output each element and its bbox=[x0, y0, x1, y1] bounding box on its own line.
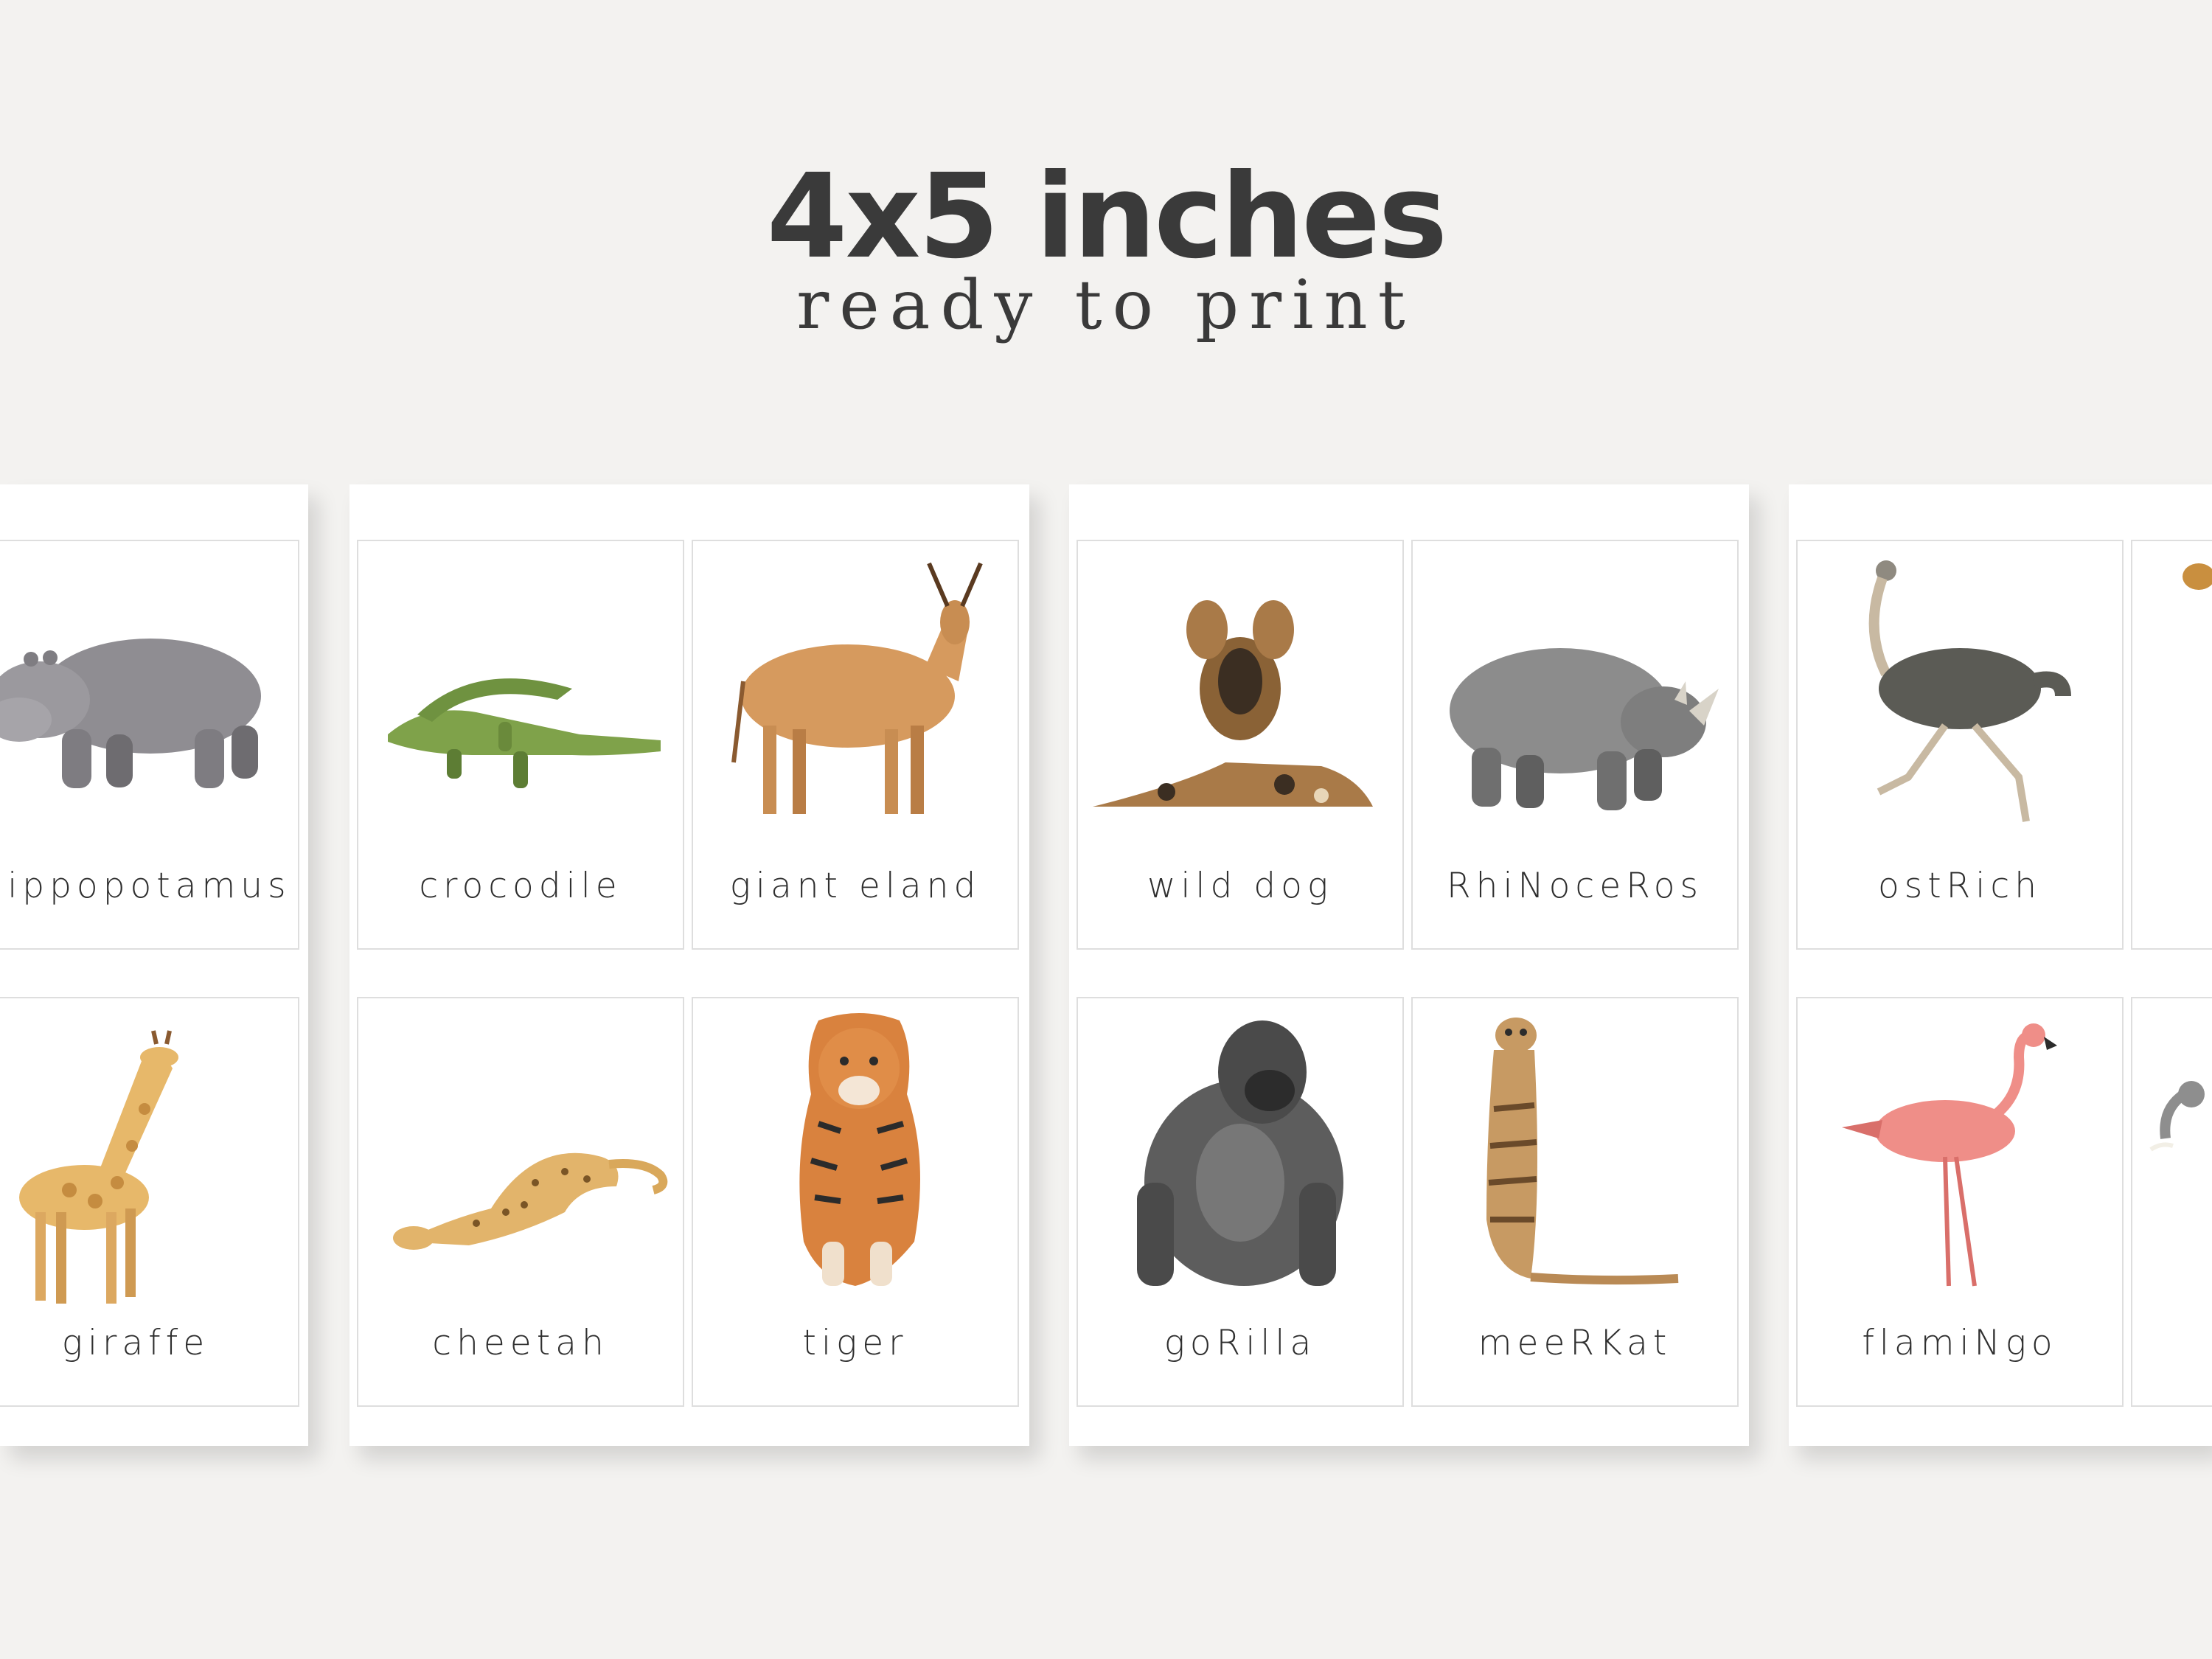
flashcard-partial bbox=[2131, 540, 2212, 950]
flashcard-ostrich: ostRich bbox=[1796, 540, 2124, 950]
card-label: flamiNgo bbox=[1862, 1323, 2058, 1363]
flashcard-gorilla: goRilla bbox=[1077, 997, 1404, 1407]
page-subtitle: ready to print bbox=[796, 265, 1416, 344]
flashcard-wild-dog: wild dog bbox=[1077, 540, 1404, 950]
flashcard-rhinoceros: RhiNoceRos bbox=[1411, 540, 1739, 950]
card-label: ostRich bbox=[1877, 866, 2042, 906]
flashcard-sheet: hippopotamus giraffe bbox=[0, 484, 308, 1446]
flashcard-tiger: tiger bbox=[692, 997, 1019, 1407]
card-label: cheetah bbox=[432, 1323, 609, 1363]
card-label: wild dog bbox=[1147, 866, 1334, 906]
elephant-illustration bbox=[2149, 1081, 2205, 1152]
flashcard-cheetah: cheetah bbox=[357, 997, 684, 1407]
card-label: crocodile bbox=[419, 866, 622, 906]
flashcard-crocodile: crocodile bbox=[357, 540, 684, 950]
card-label: tiger bbox=[802, 1323, 908, 1363]
flashcard-giraffe: giraffe bbox=[0, 997, 299, 1407]
card-label: RhiNoceRos bbox=[1447, 866, 1703, 906]
flashcard-sheet: wild dog RhiNoceRos goRilla meeRKat bbox=[1069, 484, 1749, 1446]
partial-animal-illustration bbox=[2183, 563, 2212, 590]
flashcard-hippopotamus: hippopotamus bbox=[0, 540, 299, 950]
flashcard-giant-eland: giant eland bbox=[692, 540, 1019, 950]
flashcard-elephant bbox=[2131, 997, 2212, 1407]
card-label: meeRKat bbox=[1478, 1323, 1672, 1363]
card-label: goRilla bbox=[1164, 1323, 1317, 1363]
flashcard-sheet: crocodile giant eland cheetah tiger bbox=[349, 484, 1029, 1446]
flashcard-flamingo: flamiNgo bbox=[1796, 997, 2124, 1407]
card-label: hippopotamus bbox=[0, 866, 291, 906]
card-label: giraffe bbox=[61, 1323, 210, 1363]
flashcard-sheet: ostRich flamiNgo bbox=[1789, 484, 2212, 1446]
flashcard-meerkat: meeRKat bbox=[1411, 997, 1739, 1407]
page-title: 4x5 inches bbox=[766, 149, 1448, 285]
card-label: giant eland bbox=[729, 866, 981, 906]
